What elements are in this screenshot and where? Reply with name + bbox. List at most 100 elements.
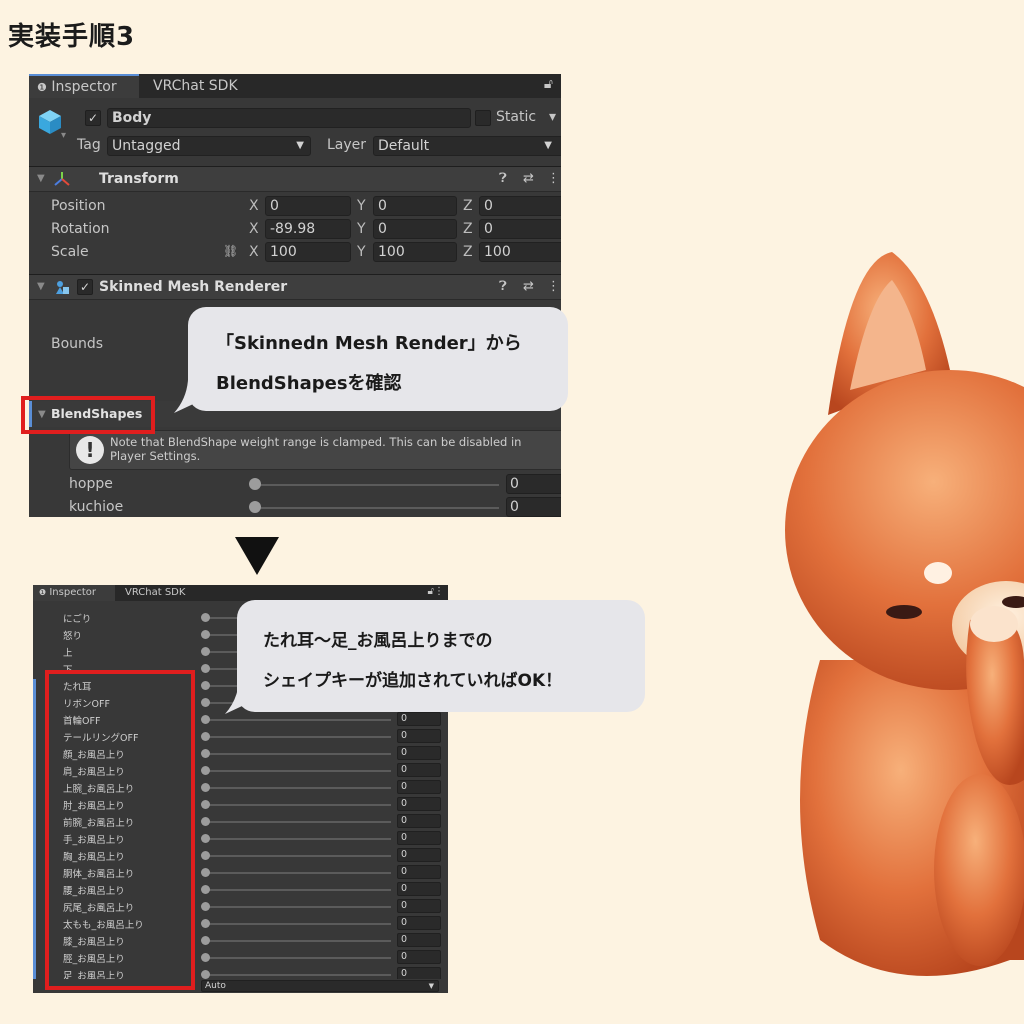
slider-handle[interactable] (201, 732, 210, 741)
slider-handle[interactable] (201, 936, 210, 945)
slider-handle[interactable] (201, 681, 210, 690)
slider-handle[interactable] (201, 919, 210, 928)
slider-track[interactable] (205, 736, 391, 738)
blendshape-value-field[interactable]: 0 (397, 899, 441, 913)
blendshape-value-field[interactable]: 0 (397, 712, 441, 726)
scale-y-field[interactable]: 100 (373, 242, 457, 262)
foldout-arrow-icon[interactable]: ▼ (37, 173, 45, 184)
position-z-field[interactable]: 0 (479, 196, 561, 216)
slider-handle[interactable] (201, 834, 210, 843)
tag-dropdown[interactable]: Untagged ▼ (107, 136, 311, 156)
slider-track[interactable] (205, 787, 391, 789)
slider-handle[interactable] (249, 478, 261, 490)
blendshape-value-field[interactable]: 0 (506, 474, 561, 494)
tab-inspector[interactable]: ❶ Inspector (33, 585, 115, 601)
slider-handle[interactable] (201, 647, 210, 656)
constrain-proportions-icon[interactable]: ⛓︎ (223, 244, 238, 258)
blendshape-value-field[interactable]: 0 (397, 831, 441, 845)
foldout-arrow-icon[interactable]: ▼ (37, 281, 45, 292)
slider-track[interactable] (205, 957, 391, 959)
slider-track[interactable] (255, 507, 499, 509)
slider-track[interactable] (205, 923, 391, 925)
slider-handle[interactable] (201, 715, 210, 724)
slider-handle[interactable] (201, 800, 210, 809)
slider-handle[interactable] (201, 902, 210, 911)
object-name-field[interactable]: Body (107, 108, 471, 128)
slider-handle[interactable] (201, 851, 210, 860)
footer-dropdown[interactable]: Auto ▼ (201, 980, 439, 992)
slider-track[interactable] (205, 889, 391, 891)
slider-handle[interactable] (201, 817, 210, 826)
slider-track[interactable] (205, 719, 391, 721)
slider-track[interactable] (205, 872, 391, 874)
bubble-line-1: たれ耳～足_お風呂上りまでの (263, 631, 493, 651)
slider-track[interactable] (205, 804, 391, 806)
slider-handle[interactable] (201, 970, 210, 979)
active-checkbox[interactable]: ✓ (85, 110, 101, 126)
more-menu-icon[interactable]: ⋮ (547, 279, 560, 294)
dropdown-arrow-icon[interactable]: ▾ (61, 130, 66, 141)
blendshape-value-field[interactable]: 0 (397, 950, 441, 964)
blendshape-value-field[interactable]: 0 (397, 746, 441, 760)
slider-track[interactable] (205, 821, 391, 823)
slider-handle[interactable] (201, 664, 210, 673)
preset-icon[interactable]: ⇄ (523, 171, 534, 186)
slider-track[interactable] (205, 974, 391, 976)
blendshape-value-field[interactable]: 0 (397, 814, 441, 828)
axis-x-label: X (249, 244, 259, 260)
slider-handle[interactable] (201, 749, 210, 758)
down-arrow-icon (235, 537, 279, 575)
more-menu-icon[interactable]: ⋮ (547, 171, 560, 186)
rotation-y-field[interactable]: 0 (373, 219, 457, 239)
position-x-field[interactable]: 0 (265, 196, 351, 216)
scale-z-field[interactable]: 100 (479, 242, 561, 262)
blendshape-value-field[interactable]: 0 (397, 729, 441, 743)
rotation-z-field[interactable]: 0 (479, 219, 561, 239)
skinned-mesh-renderer-header[interactable]: ▼ ✓ Skinned Mesh Renderer ❓︎ ⇄ ⋮ (29, 274, 561, 300)
slider-track[interactable] (205, 940, 391, 942)
help-icon[interactable]: ❓︎ (499, 171, 507, 186)
blendshape-value-field[interactable]: 0 (397, 916, 441, 930)
scale-x-field[interactable]: 100 (265, 242, 351, 262)
blendshape-value-field[interactable]: 0 (397, 865, 441, 879)
bubble-line-2: シェイプキーが追加されていればOK！ (263, 671, 563, 691)
slider-handle[interactable] (201, 630, 210, 639)
slider-handle[interactable] (201, 766, 210, 775)
slider-track[interactable] (205, 753, 391, 755)
blendshape-value-field[interactable]: 0 (397, 763, 441, 777)
tab-vrchat-sdk[interactable]: VRChat SDK (119, 585, 191, 601)
static-dropdown-icon[interactable]: ▾ (549, 109, 556, 125)
blendshape-value-field[interactable]: 0 (397, 882, 441, 896)
smr-enabled-checkbox[interactable]: ✓ (77, 279, 93, 295)
static-checkbox[interactable] (475, 110, 491, 126)
position-y-field[interactable]: 0 (373, 196, 457, 216)
slider-handle[interactable] (201, 868, 210, 877)
chevron-down-icon: ▼ (544, 140, 552, 151)
slider-track[interactable] (205, 770, 391, 772)
slider-track[interactable] (205, 838, 391, 840)
preset-icon[interactable]: ⇄ (523, 279, 534, 294)
lock-icon[interactable]: 🔓︎ (544, 76, 553, 92)
rotation-x-field[interactable]: -89.98 (265, 219, 351, 239)
layer-dropdown[interactable]: Default ▼ (373, 136, 561, 156)
axis-y-label: Y (357, 221, 366, 237)
tab-inspector[interactable]: ❶ Inspector (29, 74, 139, 98)
blendshape-value-field[interactable]: 0 (397, 797, 441, 811)
blendshape-value-field[interactable]: 0 (506, 497, 561, 517)
blendshape-value-field[interactable]: 0 (397, 780, 441, 794)
blendshape-value-field[interactable]: 0 (397, 933, 441, 947)
slider-handle[interactable] (201, 783, 210, 792)
help-icon[interactable]: ❓︎ (499, 279, 507, 294)
slider-track[interactable] (205, 855, 391, 857)
blendshape-value-field[interactable]: 0 (397, 848, 441, 862)
slider-track[interactable] (255, 484, 499, 486)
tab-vrchat-sdk[interactable]: VRChat SDK (145, 74, 246, 98)
slider-handle[interactable] (201, 698, 210, 707)
slider-handle[interactable] (201, 613, 210, 622)
slider-handle[interactable] (249, 501, 261, 513)
slider-track[interactable] (205, 906, 391, 908)
slider-handle[interactable] (201, 885, 210, 894)
slider-handle[interactable] (201, 953, 210, 962)
lock-icon[interactable]: 🔓︎⋮ (428, 586, 444, 597)
transform-header[interactable]: ▼ Transform ❓︎ ⇄ ⋮ (29, 166, 561, 192)
